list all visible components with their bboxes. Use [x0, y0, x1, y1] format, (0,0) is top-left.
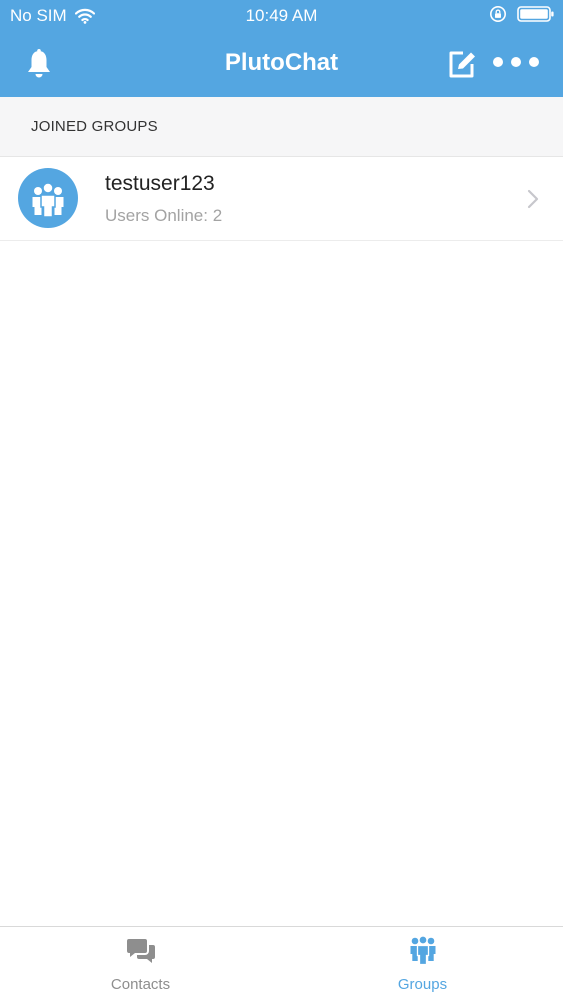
- status-bar: No SIM 10:49 AM: [0, 0, 563, 32]
- section-header-label: JOINED GROUPS: [31, 118, 158, 135]
- joined-groups-header: JOINED GROUPS: [0, 97, 563, 157]
- more-icon[interactable]: [491, 54, 541, 70]
- compose-icon[interactable]: [446, 48, 478, 80]
- orientation-lock-icon: [490, 6, 506, 22]
- group-list-item[interactable]: testuser123 Users Online: 2: [0, 157, 563, 241]
- top-bar: No SIM 10:49 AM PlutoChat: [0, 0, 563, 97]
- tab-bar: Contacts Groups: [0, 926, 563, 1000]
- chevron-right-icon: [527, 189, 539, 209]
- chat-bubbles-icon: [126, 939, 155, 963]
- page-title: PlutoChat: [224, 49, 339, 76]
- tab-groups[interactable]: Groups: [282, 927, 563, 1000]
- group-icon: [32, 182, 64, 218]
- navigation-bar: PlutoChat: [0, 32, 563, 97]
- group-icon: [410, 935, 435, 966]
- status-time: 10:49 AM: [245, 6, 318, 25]
- group-avatar: [18, 168, 78, 228]
- group-online-count: Users Online: 2: [105, 206, 223, 225]
- tab-contacts[interactable]: Contacts: [0, 927, 281, 1000]
- tab-groups-label: Groups: [397, 976, 448, 993]
- battery-icon: [517, 6, 554, 22]
- status-right-icons: [489, 5, 555, 23]
- group-name: testuser123: [105, 172, 215, 195]
- tab-contacts-label: Contacts: [110, 976, 171, 993]
